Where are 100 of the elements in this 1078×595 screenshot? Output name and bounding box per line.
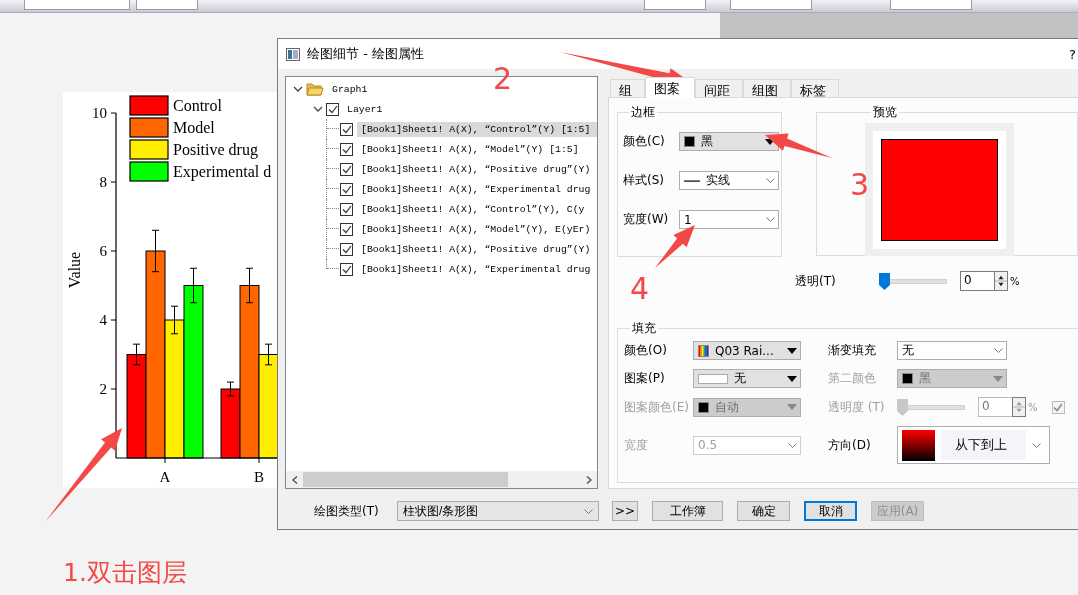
button[interactable]: >> [612, 501, 638, 521]
gradient-swatch-icon [902, 429, 935, 461]
spinner-icon[interactable] [994, 271, 1008, 291]
palette-swatch-icon [698, 344, 709, 357]
field-label: 颜色(C) [623, 133, 666, 150]
scroll-right-icon[interactable] [585, 475, 592, 484]
checkbox[interactable] [340, 242, 353, 256]
tree-item[interactable]: [Book1]Sheet1! A(X), “Model”(Y) [1:5] [357, 141, 597, 157]
tree-item[interactable]: [Book1]Sheet1! A(X), “Positive drug”(Y) [357, 161, 597, 177]
field-label: 方向(D) [828, 436, 872, 454]
graph-page[interactable]: 2 4 6 8 10 A B Value Control Model Positive drug Experimental d [63, 92, 277, 488]
unit-label: % [1010, 275, 1020, 287]
tree-item[interactable]: [Book1]Sheet1! A(X), “Control”(Y) [1:5] [357, 121, 597, 137]
field-label: 宽度 [624, 436, 649, 454]
error-bar [226, 381, 235, 397]
checkbox[interactable] [340, 222, 353, 236]
dropdown[interactable]: 实线 [679, 171, 779, 190]
window-icon [286, 47, 300, 61]
tick-label: 6 [99, 243, 107, 259]
tree-item[interactable]: [Book1]Sheet1! A(X), “Positive drug”(Y) [357, 241, 597, 257]
scrollbar[interactable] [286, 471, 597, 488]
font-field[interactable] [24, 0, 130, 10]
dropdown[interactable]: 无 [897, 341, 1007, 360]
number-field[interactable]: 0 [960, 271, 994, 291]
tree-item[interactable]: [Book1]Sheet1! A(X), “Model”(Y), E(yEr) [357, 221, 597, 237]
chevron-down-icon [766, 178, 775, 183]
chevron-down-icon [1032, 442, 1041, 448]
tick-label: B [254, 469, 264, 485]
dropdown[interactable]: 无 [693, 369, 801, 388]
checkbox[interactable] [340, 122, 353, 136]
tick-label: 2 [99, 381, 107, 397]
annotation-label: 1.双击图层 [63, 560, 187, 585]
checkbox[interactable] [340, 182, 353, 196]
error-bar [264, 343, 273, 366]
annotation-label: 4 [630, 274, 650, 304]
dropdown[interactable]: 黑 [679, 132, 779, 151]
tree-item[interactable]: [Book1]Sheet1! A(X), “Experimental drug [357, 181, 597, 197]
chevron-down-icon [788, 442, 797, 448]
axis-title: Value [66, 251, 83, 289]
chevron-down-icon [584, 508, 593, 514]
dropdown[interactable]: 从下到上 [897, 426, 1050, 464]
group-title: 边框 [630, 104, 656, 121]
dropdown-arrow-icon [787, 375, 797, 382]
button[interactable]: 取消 [804, 501, 857, 521]
field-label: 宽度(W) [623, 211, 670, 228]
error-bar [245, 267, 254, 304]
slider-thumb[interactable] [879, 273, 890, 290]
field-label: 渐变填充 [828, 342, 877, 359]
checkbox[interactable] [340, 262, 353, 276]
toolbar-field[interactable] [890, 0, 972, 10]
legend-label: Control [173, 97, 222, 114]
legend-swatch [129, 161, 169, 182]
pattern-swatch-icon [698, 373, 728, 384]
checkbox[interactable] [340, 162, 353, 176]
field-label: 第二颜色 [828, 370, 877, 387]
button[interactable]: 工作簿 [652, 501, 723, 521]
toolbar-field[interactable] [730, 0, 812, 10]
tick-label: A [159, 469, 171, 485]
checkbox[interactable] [340, 202, 353, 216]
button[interactable]: 确定 [737, 501, 790, 521]
tree-item[interactable]: [Book1]Sheet1! A(X), “Control”(Y), C(y [357, 201, 597, 217]
annotation-label: 3 [850, 170, 870, 200]
tree-item[interactable]: Layer1 [343, 101, 597, 117]
dropdown[interactable]: 1 [679, 210, 779, 229]
dropdown[interactable]: 柱状图/条形图 [397, 501, 599, 521]
error-bar [132, 343, 141, 366]
field-label: 样式(S) [623, 172, 665, 189]
dropdown-arrow-icon [787, 347, 797, 354]
legend-swatch [129, 95, 169, 116]
checkbox[interactable] [340, 142, 353, 156]
field-label: 透明(T) [795, 272, 837, 290]
scroll-thumb[interactable] [303, 472, 508, 487]
toolbar-field[interactable] [644, 0, 706, 10]
tab[interactable]: 图案 [645, 77, 695, 98]
slider[interactable] [879, 271, 947, 291]
legend-label: Model [173, 119, 215, 136]
error-bar [151, 229, 160, 273]
field-label: 颜色(O) [624, 342, 668, 359]
field-label: 图案颜色(E) [624, 398, 690, 416]
help-button[interactable]: ? [1069, 46, 1078, 62]
group-title: 填充 [631, 320, 657, 337]
slider[interactable] [897, 397, 965, 417]
folder-icon [306, 82, 324, 96]
tree-item[interactable]: [Book1]Sheet1! A(X), “Experimental drug [357, 261, 597, 277]
checkbox[interactable] [326, 102, 339, 116]
tick-label: 10 [92, 105, 107, 121]
dropdown-arrow-icon [993, 375, 1003, 382]
size-field[interactable] [136, 0, 198, 10]
dropdown[interactable]: Q03 Rai... [693, 341, 801, 360]
window-title: 绘图细节 - 绘图属性 [307, 45, 425, 63]
legend-swatch [129, 139, 169, 160]
group-title: 预览 [872, 104, 898, 121]
legend-label: Positive drug [173, 141, 258, 158]
annotation-arrow [655, 225, 695, 268]
scroll-left-icon[interactable] [291, 475, 298, 484]
legend-swatch [129, 117, 169, 138]
field-label: 透明度 (T) [828, 398, 886, 416]
error-bar [189, 267, 198, 304]
chevron-down-icon [766, 217, 775, 222]
error-bar [170, 305, 179, 335]
